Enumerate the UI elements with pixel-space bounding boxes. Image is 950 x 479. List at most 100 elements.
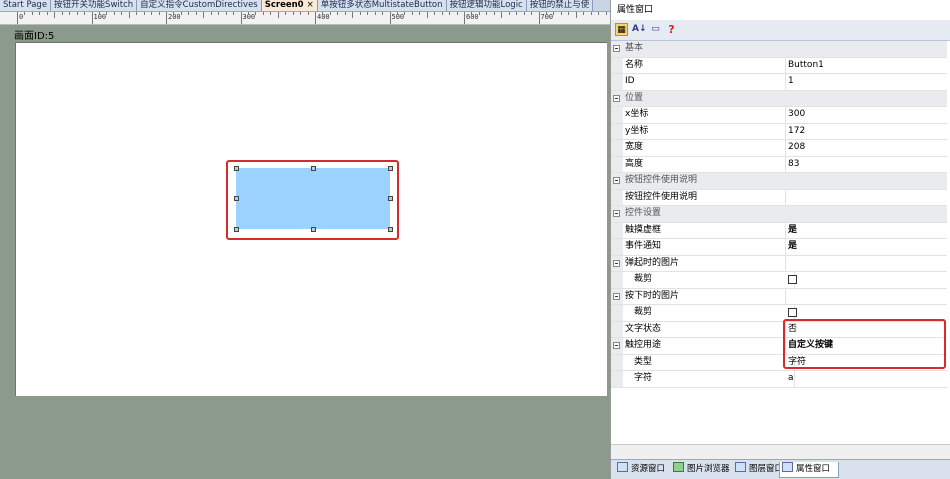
property-name: ID [624, 74, 786, 90]
ruler-tick [516, 12, 518, 15]
property-row[interactable]: 高度 83 [611, 156, 947, 173]
button-control[interactable] [236, 168, 390, 229]
ruler-tick [486, 12, 488, 15]
property-row[interactable]: 按下时的图片 [611, 288, 947, 305]
row-gutter [611, 255, 623, 271]
property-category[interactable]: 控件设置 [611, 206, 947, 223]
ruler-tick [404, 12, 406, 15]
tab-resource-window[interactable]: 资源窗口 [615, 462, 673, 477]
property-row[interactable]: x坐标 300 [611, 107, 947, 124]
ruler-tick [292, 12, 294, 15]
ruler-tick [113, 12, 115, 15]
tab-close-icon[interactable]: × [307, 0, 314, 10]
property-value[interactable]: Button1 [785, 58, 947, 74]
property-row[interactable]: 裁剪 [611, 272, 947, 289]
property-row[interactable]: 宽度 208 [611, 140, 947, 157]
ruler-tick [419, 12, 421, 15]
collapse-icon[interactable] [613, 292, 620, 300]
property-row[interactable]: 触摸虚框是 [611, 222, 947, 239]
ruler-tick [583, 12, 585, 15]
collapse-icon[interactable] [613, 177, 620, 184]
tab-multistate-button[interactable]: 单按钮多状态MultistateButton [317, 0, 447, 11]
tab-button-disable[interactable]: 按钮的禁止与使 [526, 0, 594, 11]
collapse-icon[interactable] [613, 45, 620, 52]
ruler-tick [523, 12, 525, 15]
property-row[interactable]: 弹起时的图片 [611, 255, 947, 272]
resize-handle[interactable] [388, 227, 393, 232]
ruler-tick [61, 12, 63, 15]
ruler-tick [337, 12, 339, 15]
property-row[interactable]: ID 1 [611, 74, 947, 91]
tab-custom-directives[interactable]: 自定义指令CustomDirectives [137, 0, 262, 11]
ruler-tick [322, 12, 324, 15]
property-value[interactable]: 300 [785, 107, 947, 123]
collapse-icon[interactable] [613, 259, 620, 267]
property-category[interactable]: 基本 [611, 41, 947, 58]
tab-screen0[interactable]: Screen0 × [261, 0, 318, 11]
categorized-view-icon[interactable]: ▦ [615, 23, 628, 36]
tab-screen0-label: Screen0 [264, 0, 304, 10]
ruler-tick [575, 12, 577, 18]
property-value[interactable] [785, 289, 947, 305]
collapse-icon[interactable] [613, 210, 620, 217]
tab-start-page[interactable]: Start Page [0, 0, 52, 11]
resize-handle[interactable] [234, 166, 239, 171]
row-gutter [611, 41, 623, 57]
alphabetical-sort-icon[interactable]: A↓ [632, 23, 647, 36]
collapse-icon[interactable] [613, 342, 620, 349]
panel-toolbar: ▦ A↓ ▭ ? [611, 20, 950, 41]
resize-handle[interactable] [234, 196, 239, 201]
tab-image-browser[interactable]: 图片浏览器 [671, 462, 735, 477]
property-value[interactable] [785, 272, 947, 288]
ruler-tick [560, 12, 562, 15]
row-gutter [611, 90, 623, 106]
ruler-tick [151, 12, 153, 15]
property-value[interactable] [785, 256, 947, 272]
ruler-tick [240, 12, 242, 24]
property-value[interactable]: 208 [785, 140, 947, 156]
ruler-tick [531, 12, 533, 15]
row-gutter [611, 321, 623, 337]
property-value[interactable]: 172 [785, 124, 947, 140]
resize-handle[interactable] [311, 166, 316, 171]
property-category[interactable]: 按钮控件使用说明 [611, 173, 947, 190]
ruler-tick [382, 12, 384, 15]
resize-handle[interactable] [388, 166, 393, 171]
resize-handle[interactable] [388, 196, 393, 201]
property-value[interactable]: 是 [785, 239, 947, 255]
property-value[interactable]: 1 [785, 74, 947, 90]
ruler-tick [277, 12, 279, 18]
row-gutter [611, 338, 623, 354]
ruler-tick [329, 12, 331, 15]
ruler-tick [69, 12, 71, 15]
checkbox[interactable] [788, 308, 797, 317]
tab-layer-window[interactable]: 图层窗口 [733, 462, 783, 477]
property-category[interactable]: 位置 [611, 90, 947, 107]
property-name: 触控用途 [624, 338, 786, 354]
tab-switch[interactable]: 按钮开关功能Switch [51, 0, 138, 11]
property-row[interactable]: y坐标 172 [611, 123, 947, 140]
property-value[interactable] [785, 190, 947, 206]
row-gutter [611, 140, 623, 156]
collapse-icon[interactable] [613, 94, 620, 102]
ruler-tick [568, 12, 570, 15]
property-row[interactable]: 字符 a [611, 371, 947, 388]
ruler-tick [106, 12, 108, 15]
tab-logic[interactable]: 按钮逻辑功能Logic [446, 0, 527, 11]
property-value[interactable]: 83 [785, 157, 947, 173]
help-icon[interactable]: ? [665, 23, 678, 36]
category-label: 基本 [625, 43, 644, 53]
document-tab-strip: Start Page 按钮开关功能Switch 自定义指令CustomDirec… [0, 0, 610, 12]
ruler-tick [39, 12, 41, 15]
property-value[interactable]: a [785, 371, 947, 387]
tab-property-window[interactable]: 属性窗口 [779, 462, 839, 478]
property-value[interactable]: 是 [785, 223, 947, 239]
property-pages-icon[interactable]: ▭ [649, 23, 662, 36]
resize-handle[interactable] [234, 227, 239, 232]
checkbox[interactable] [788, 275, 797, 284]
horizontal-scrollbar[interactable] [611, 444, 950, 459]
property-row[interactable]: 按钮控件使用说明 [611, 189, 947, 206]
resize-handle[interactable] [311, 227, 316, 232]
property-row[interactable]: 事件通知是 [611, 239, 947, 256]
property-row[interactable]: 名称 Button1 [611, 57, 947, 74]
